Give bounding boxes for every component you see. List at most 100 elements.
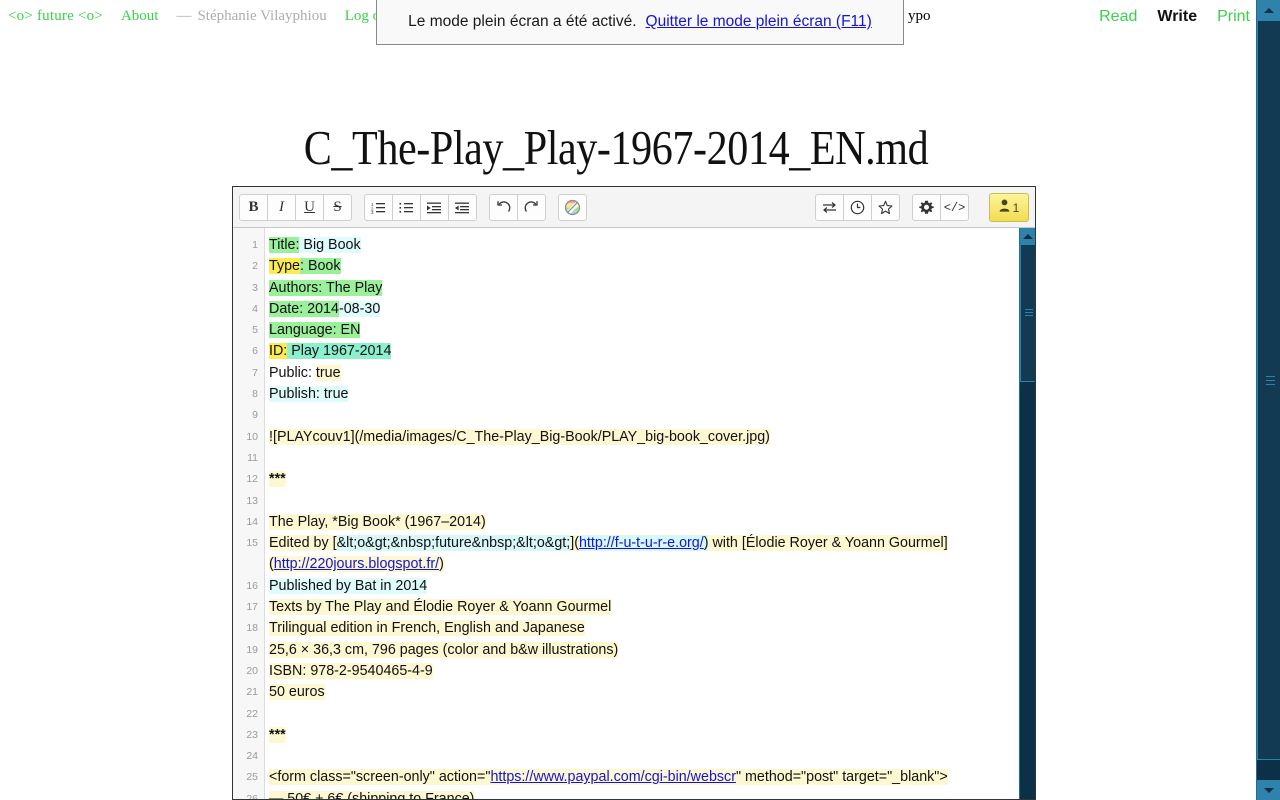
editor-line-3[interactable]: Authors: The Play xyxy=(269,278,1035,299)
line-number: 24 xyxy=(246,750,258,763)
editor-line-14[interactable]: The Play, *Big Book* (1967–2014) xyxy=(269,512,1035,533)
editor-scrollbar[interactable] xyxy=(1019,228,1035,799)
editor-line-24[interactable] xyxy=(269,746,1035,767)
line-number: 6 xyxy=(252,345,258,358)
source-code-button[interactable]: </> xyxy=(940,194,969,221)
underline-button[interactable]: U xyxy=(295,193,324,221)
editor-toolbar: B I U S 1 2 3 </> 1 xyxy=(233,187,1035,228)
nav-username: Stéphanie Vilayphiou xyxy=(197,8,327,24)
svg-text:3: 3 xyxy=(371,210,374,214)
line-text: — 50€ + 6€ (shipping to France) xyxy=(269,790,475,799)
bold-button[interactable]: B xyxy=(239,193,268,221)
swap-button[interactable] xyxy=(815,194,844,221)
redo-icon xyxy=(524,200,539,214)
outdent-button[interactable] xyxy=(448,193,477,221)
ordered-list-button[interactable]: 1 2 3 xyxy=(364,193,393,221)
editor-line-5[interactable]: Language: EN xyxy=(269,320,1035,341)
line-number: 17 xyxy=(246,601,258,614)
fullscreen-notification-message: Le mode plein écran a été activé. xyxy=(408,13,637,30)
line-number: 25 xyxy=(246,771,258,784)
editor-line-16[interactable]: Published by Bat in 2014 xyxy=(269,576,1035,597)
link-future-org[interactable]: http://f-u-t-u-r-e.org/ xyxy=(578,535,704,552)
line-text-entities: &lt;o&gt;&nbsp;future&nbsp;&lt;o&gt; xyxy=(336,535,571,552)
editor-line-17[interactable]: Texts by The Play and Élodie Royer & Yoa… xyxy=(269,597,1035,618)
indent-icon xyxy=(427,201,442,214)
outdent-icon xyxy=(455,201,470,214)
line-number: 23 xyxy=(246,728,258,741)
editor-line-11[interactable] xyxy=(269,448,1035,469)
line-segment: Authors: The Play xyxy=(269,279,383,296)
line-segment: Publish: true xyxy=(269,386,349,403)
link-220jours[interactable]: http://220jours.blogspot.fr/ xyxy=(273,556,440,573)
clear-authorship-colors-button[interactable] xyxy=(558,193,587,221)
line-number: 9 xyxy=(252,409,258,422)
editor-scroll-up-button[interactable] xyxy=(1020,228,1035,244)
editor-scrollbar-thumb[interactable] xyxy=(1020,244,1035,382)
unordered-list-button[interactable] xyxy=(392,193,421,221)
line-number: 11 xyxy=(247,451,258,464)
strikethrough-button[interactable]: S xyxy=(323,193,352,221)
history-button[interactable] xyxy=(843,194,872,221)
editor-line-6[interactable]: ID: Play 1967-2014 xyxy=(269,341,1035,362)
editor-line-1[interactable]: Title: Big Book xyxy=(269,235,1035,256)
editor-line-22[interactable] xyxy=(269,704,1035,725)
brand-logo-link[interactable]: <o> future <o> xyxy=(8,8,103,25)
top-nav-left: <o> future <o> About — Stéphanie Vilayph… xyxy=(8,8,438,25)
redo-button[interactable] xyxy=(517,193,546,221)
editor-line-4[interactable]: Date: 2014-08-30 xyxy=(269,299,1035,320)
editor-text-lines[interactable]: Title: Big Book Type: Book Authors: The … xyxy=(265,228,1035,799)
connected-users-button[interactable]: 1 xyxy=(989,193,1029,222)
editor-line-26[interactable]: — 50€ + 6€ (shipping to France) xyxy=(269,789,1035,799)
editor-line-18[interactable]: Trilingual edition in French, English an… xyxy=(269,618,1035,639)
editor-line-10[interactable]: ![PLAYcouv1](/media/images/C_The-Play_Bi… xyxy=(269,427,1035,448)
line-number: 18 xyxy=(246,622,258,635)
nav-link-about[interactable]: About xyxy=(121,8,159,25)
toolbar-group-lists: 1 2 3 xyxy=(364,193,477,221)
exit-fullscreen-link[interactable]: Quitter le mode plein écran (F11) xyxy=(646,13,872,31)
line-text: *** xyxy=(269,471,286,488)
chevron-up-icon xyxy=(1022,233,1033,239)
editor-line-7[interactable]: Public: true xyxy=(269,363,1035,384)
window-scroll-up-button[interactable] xyxy=(1257,0,1280,20)
text-editor: B I U S 1 2 3 </> 1 1 2 3 4 5 6 7 8 9 10… xyxy=(232,186,1036,800)
undo-button[interactable] xyxy=(489,193,518,221)
editor-line-15[interactable]: Edited by [&lt;o&gt;&nbsp;future&nbsp;&l… xyxy=(269,533,1035,576)
line-number: 3 xyxy=(252,281,258,294)
editor-line-20[interactable]: ISBN: 978-2-9540465-4-9 xyxy=(269,661,1035,682)
indent-button[interactable] xyxy=(420,193,449,221)
italic-button[interactable]: I xyxy=(267,193,296,221)
line-number: 4 xyxy=(252,302,258,315)
editor-line-19[interactable]: 25,6 × 36,3 cm, 796 pages (color and b&w… xyxy=(269,640,1035,661)
line-number: 22 xyxy=(246,707,258,720)
line-number: 20 xyxy=(246,664,258,677)
star-icon xyxy=(878,200,893,215)
chevron-down-icon xyxy=(1264,787,1274,793)
editor-line-23[interactable]: *** xyxy=(269,725,1035,746)
window-scrollbar-thumb[interactable] xyxy=(1257,20,1280,760)
line-segment: Type xyxy=(269,258,300,275)
editor-line-9[interactable] xyxy=(269,405,1035,426)
editor-line-25[interactable]: <form class="screen-only" action="https:… xyxy=(269,767,1035,788)
editor-line-2[interactable]: Type: Book xyxy=(269,256,1035,277)
editor-line-12[interactable]: *** xyxy=(269,469,1035,490)
star-button[interactable] xyxy=(871,194,900,221)
editor-line-8[interactable]: Publish: true xyxy=(269,384,1035,405)
line-text: with [Élodie Royer & Yoann Gourmel] xyxy=(708,535,948,552)
editor-line-13[interactable] xyxy=(269,491,1035,512)
settings-button[interactable] xyxy=(912,194,941,221)
line-text-prefix: Edited by [ xyxy=(269,535,337,552)
editor-line-21[interactable]: 50 euros xyxy=(269,682,1035,703)
window-scroll-down-button[interactable] xyxy=(1257,780,1280,800)
line-segment: Title: xyxy=(269,237,300,253)
window-scrollbar[interactable] xyxy=(1256,0,1280,800)
line-segment: ID: xyxy=(269,343,288,360)
line-text: ISBN: 978-2-9540465-4-9 xyxy=(269,662,433,679)
line-text: Published by Bat in 2014 xyxy=(269,577,428,594)
nav-separator-dash: — xyxy=(176,8,192,24)
line-text: 50 euros xyxy=(269,684,325,701)
line-number: 1 xyxy=(252,239,258,251)
link-paypal[interactable]: https://www.paypal.com/cgi-bin/webscr xyxy=(490,769,736,786)
editor-content-area[interactable]: 1 2 3 4 5 6 7 8 9 10 11 12 13 14 15 16 1… xyxy=(233,228,1035,799)
bold-icon: B xyxy=(248,198,259,215)
line-number-gutter: 1 2 3 4 5 6 7 8 9 10 11 12 13 14 15 16 1… xyxy=(233,228,265,799)
